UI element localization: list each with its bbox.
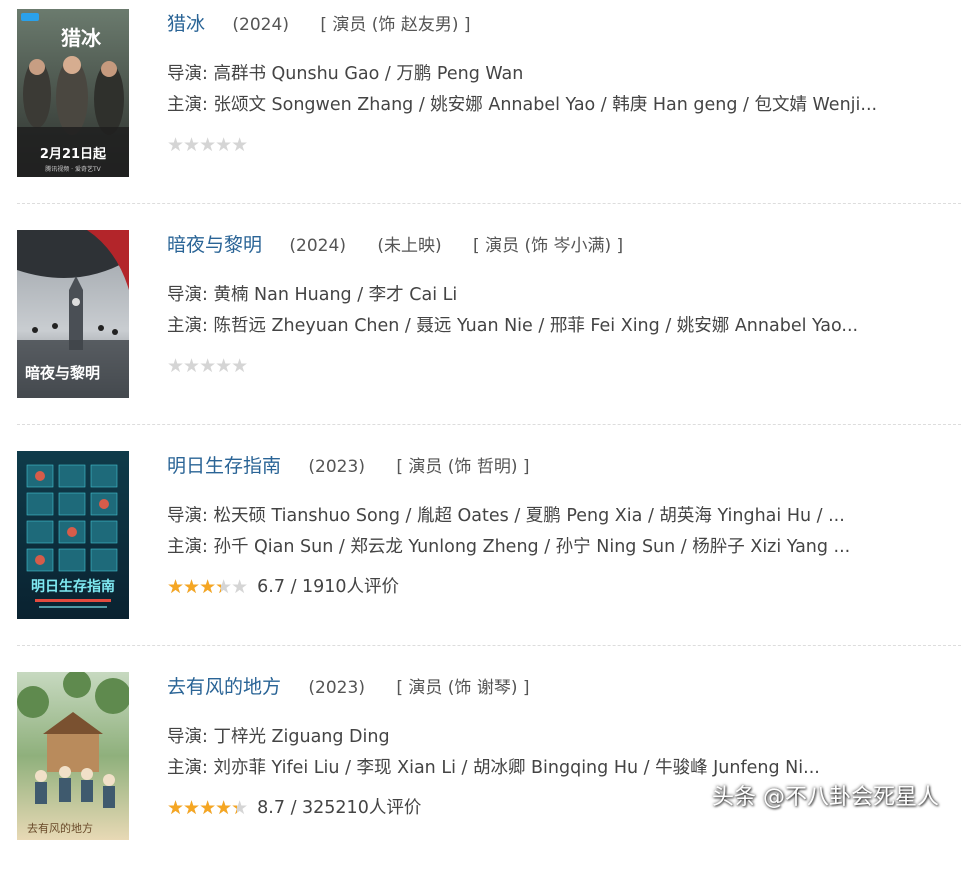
watermark: 头条 @不八卦会死星人 [712,785,939,810]
rating-row: ★★★★★★★★★★ 6.7 / 1910人评价 [167,575,961,599]
cast-line: 主演: 孙千 Qian Sun / 郑云龙 Yunlong Zheng / 孙宁… [167,537,851,557]
star-rating: ★★★★★★★★★★ [167,576,248,598]
item-info: 明日生存指南 (2023) [ 演员 (饰 哲明) ] 导演: 松天硕 Tian… [167,451,961,599]
role: [ 演员 (饰 哲明) ] [396,457,530,477]
divider [17,424,961,425]
director-line: 导演: 高群书 Qunshu Gao / 万鹏 Peng Wan [167,64,524,84]
cast-line: 主演: 陈哲远 Zheyuan Chen / 聂远 Yuan Nie / 邢菲 … [167,316,859,336]
poster-an-ye-yu-li-ming: 暗夜与黎明 [17,230,129,398]
year: (2023) [308,457,365,477]
poster-qu-you-feng-de-di-fang: 去有风的地方 [17,672,129,840]
year: (2024) [289,236,346,256]
poster-ming-ri-sheng-cun-zhi-nan: 明日生存指南 [17,451,129,619]
filmography-list: 猎冰 2月21日起 腾讯视频 · 爱奇艺TV 猎冰 (2024) [ 演员 (饰… [17,9,961,893]
rating-text: 8.7 / 325210人评价 [257,798,422,818]
cast-line: 主演: 张颂文 Songwen Zhang / 姚安娜 Annabel Yao … [167,95,878,115]
divider [17,203,961,204]
svg-text:2月21日起: 2月21日起 [40,146,107,162]
svg-text:去有风的地方: 去有风的地方 [27,821,93,835]
rating-row: ★★★★★★★★★★ [167,133,961,157]
director-line: 导演: 丁梓光 Ziguang Ding [167,727,390,747]
role: [ 演员 (饰 谢琴) ] [396,678,530,698]
svg-text:暗夜与黎明: 暗夜与黎明 [25,364,100,382]
rating-text: 6.7 / 1910人评价 [257,577,400,597]
title-link[interactable]: 猎冰 [167,13,205,35]
item-info: 暗夜与黎明 (2024) (未上映) [ 演员 (饰 岑小满) ] 导演: 黄楠… [167,230,961,378]
item-info: 猎冰 (2024) [ 演员 (饰 赵友男) ] 导演: 高群书 Qunshu … [167,9,961,157]
rating-row: ★★★★★★★★★★ [167,354,961,378]
svg-text:明日生存指南: 明日生存指南 [31,578,115,595]
role: [ 演员 (饰 赵友男) ] [320,15,471,35]
list-item: 明日生存指南 明日生存指南 (2023) [ 演员 (饰 哲明) ] 导演: 松… [17,451,961,672]
year: (2024) [232,15,289,35]
title-link[interactable]: 明日生存指南 [167,455,281,477]
list-item: 猎冰 2月21日起 腾讯视频 · 爱奇艺TV 猎冰 (2024) [ 演员 (饰… [17,9,961,230]
year: (2023) [308,678,365,698]
director-line: 导演: 松天硕 Tianshuo Song / 胤超 Oates / 夏鹏 Pe… [167,506,845,526]
title-link[interactable]: 去有风的地方 [167,676,281,698]
star-rating: ★★★★★★★★★★ [167,355,248,377]
poster-image[interactable]: 去有风的地方 [17,672,129,840]
poster-image[interactable]: 暗夜与黎明 [17,230,129,398]
svg-text:腾讯视频 · 爱奇艺TV: 腾讯视频 · 爱奇艺TV [45,165,101,173]
svg-text:猎冰: 猎冰 [61,26,102,50]
poster-image[interactable]: 猎冰 2月21日起 腾讯视频 · 爱奇艺TV [17,9,129,177]
poster-lie-bing: 猎冰 2月21日起 腾讯视频 · 爱奇艺TV [17,9,129,177]
star-rating: ★★★★★★★★★★ [167,134,248,156]
star-rating: ★★★★★★★★★★ [167,797,248,819]
release-status: (未上映) [377,236,442,256]
poster-image[interactable]: 明日生存指南 [17,451,129,619]
role: [ 演员 (饰 岑小满) ] [473,236,624,256]
title-link[interactable]: 暗夜与黎明 [167,234,262,256]
divider [17,645,961,646]
director-line: 导演: 黄楠 Nan Huang / 李才 Cai Li [167,285,458,305]
list-item: 暗夜与黎明 暗夜与黎明 (2024) (未上映) [ 演员 (饰 岑小满) ] … [17,230,961,451]
